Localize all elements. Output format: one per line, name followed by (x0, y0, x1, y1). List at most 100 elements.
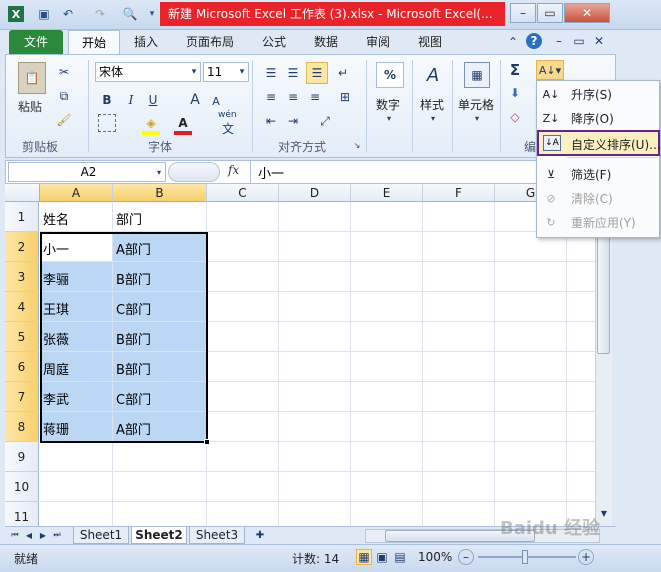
qat-customize-icon[interactable]: ▾ (144, 6, 160, 22)
cell-a[interactable] (40, 472, 113, 502)
merge-center-icon[interactable]: ⊞ (334, 88, 356, 106)
doc-restore-icon[interactable]: ▭ (572, 33, 586, 49)
empty-cell[interactable] (567, 292, 595, 322)
empty-cell[interactable] (207, 472, 279, 502)
empty-cell[interactable] (567, 352, 595, 382)
font-color-button[interactable]: A (174, 114, 192, 132)
empty-cell[interactable] (423, 442, 495, 472)
row-header[interactable]: 6 (5, 352, 39, 382)
empty-cell[interactable] (207, 232, 279, 262)
formula-bar-handle[interactable] (168, 162, 220, 182)
phonetic-icon[interactable]: 文 (222, 120, 234, 137)
empty-cell[interactable] (207, 382, 279, 412)
tab-file[interactable]: 文件 (9, 30, 63, 54)
empty-cell[interactable] (279, 382, 351, 412)
first-sheet-icon[interactable]: ⏮ (9, 528, 21, 542)
italic-button[interactable]: I (122, 91, 140, 109)
menu-item-clear[interactable]: ⊘ 清除(C) (537, 187, 659, 211)
fill-handle[interactable] (204, 439, 210, 445)
empty-cell[interactable] (567, 412, 595, 442)
empty-cell[interactable] (423, 382, 495, 412)
empty-cell[interactable] (279, 292, 351, 322)
tab-data[interactable]: 数据 (306, 30, 346, 54)
empty-cell[interactable] (351, 352, 423, 382)
empty-cell[interactable] (207, 322, 279, 352)
close-button[interactable]: ✕ (564, 3, 610, 23)
empty-cell[interactable] (351, 382, 423, 412)
empty-cell[interactable] (207, 442, 279, 472)
column-header-b[interactable]: B (113, 184, 207, 202)
formula-input[interactable]: 小一 (258, 163, 284, 182)
empty-cell[interactable] (351, 292, 423, 322)
empty-cell[interactable] (207, 262, 279, 292)
help-icon[interactable]: ? (526, 33, 542, 49)
empty-cell[interactable] (423, 202, 495, 232)
wrap-text-icon[interactable]: ↵ (334, 64, 352, 82)
empty-cell[interactable] (423, 412, 495, 442)
column-header-a[interactable]: A (40, 184, 113, 202)
row-header[interactable]: 1 (5, 202, 39, 232)
row-header[interactable]: 3 (5, 262, 39, 292)
align-top-icon[interactable]: ☰ (262, 64, 280, 82)
grow-font-button[interactable]: A (186, 91, 204, 109)
row-header[interactable]: 8 (5, 412, 39, 442)
empty-cell[interactable] (207, 352, 279, 382)
empty-cell[interactable] (279, 352, 351, 382)
page-layout-view-icon[interactable]: ▣ (374, 549, 390, 565)
normal-view-icon[interactable]: ▦ (356, 549, 372, 565)
insert-function-button[interactable]: fx (228, 163, 239, 177)
column-header-f[interactable]: F (423, 184, 495, 202)
sheet-tab-sheet3[interactable]: Sheet3 (189, 527, 245, 544)
name-box[interactable]: A2 (8, 162, 166, 182)
empty-cell[interactable] (351, 472, 423, 502)
empty-cell[interactable] (567, 262, 595, 292)
empty-cell[interactable] (423, 472, 495, 502)
styles-dropdown-icon[interactable]: ▾ (427, 112, 439, 124)
empty-cell[interactable] (279, 472, 351, 502)
font-name-select[interactable]: 宋体 (95, 62, 201, 82)
empty-cell[interactable] (495, 262, 567, 292)
redo-icon[interactable]: ↷ (92, 6, 108, 22)
print-preview-icon[interactable]: 🔍 (122, 6, 138, 22)
empty-cell[interactable] (279, 202, 351, 232)
row-header[interactable]: 4 (5, 292, 39, 322)
empty-cell[interactable] (567, 442, 595, 472)
empty-cell[interactable] (423, 292, 495, 322)
sheet-tab-sheet1[interactable]: Sheet1 (73, 527, 129, 544)
font-name-dropdown-icon[interactable]: ▾ (188, 64, 200, 80)
next-sheet-icon[interactable]: ▶ (37, 528, 49, 542)
empty-cell[interactable] (351, 412, 423, 442)
name-box-dropdown-icon[interactable]: ▾ (154, 164, 164, 180)
fill-icon[interactable]: ⬇ (506, 84, 524, 102)
menu-item-custom-sort[interactable]: ↓A 自定义排序(U)... (537, 130, 661, 156)
column-header-d[interactable]: D (279, 184, 351, 202)
copy-icon[interactable]: ⧉ (56, 88, 72, 104)
zoom-level[interactable]: 100% (418, 550, 452, 564)
align-center-icon[interactable]: ≡ (284, 88, 302, 106)
column-header-c[interactable]: C (207, 184, 279, 202)
decrease-indent-icon[interactable]: ⇤ (262, 112, 280, 130)
menu-item-reapply[interactable]: ↻ 重新应用(Y) (537, 211, 659, 235)
row-header[interactable]: 7 (5, 382, 39, 412)
empty-cell[interactable] (423, 232, 495, 262)
row-header[interactable]: 5 (5, 322, 39, 352)
prev-sheet-icon[interactable]: ◀ (23, 528, 35, 542)
empty-cell[interactable] (495, 292, 567, 322)
cell-a[interactable] (40, 442, 113, 472)
empty-cell[interactable] (279, 442, 351, 472)
cells-icon[interactable]: ▦ (464, 62, 490, 88)
number-dropdown-icon[interactable]: ▾ (383, 112, 395, 124)
empty-cell[interactable] (495, 442, 567, 472)
empty-cell[interactable] (423, 352, 495, 382)
paste-label[interactable]: 粘贴 (18, 98, 42, 115)
tab-formulas[interactable]: 公式 (254, 30, 294, 54)
cells-button[interactable]: 单元格 (458, 96, 494, 113)
last-sheet-icon[interactable]: ⏭ (51, 528, 63, 542)
cell-a[interactable]: 姓名 (40, 202, 113, 232)
row-header[interactable]: 9 (5, 442, 39, 472)
doc-minimize-icon[interactable]: – (552, 33, 566, 49)
cell-b[interactable] (113, 472, 207, 502)
styles-button[interactable]: 样式 (420, 96, 444, 113)
undo-icon[interactable]: ↶ (60, 6, 76, 22)
shrink-font-button[interactable]: A (208, 93, 224, 109)
